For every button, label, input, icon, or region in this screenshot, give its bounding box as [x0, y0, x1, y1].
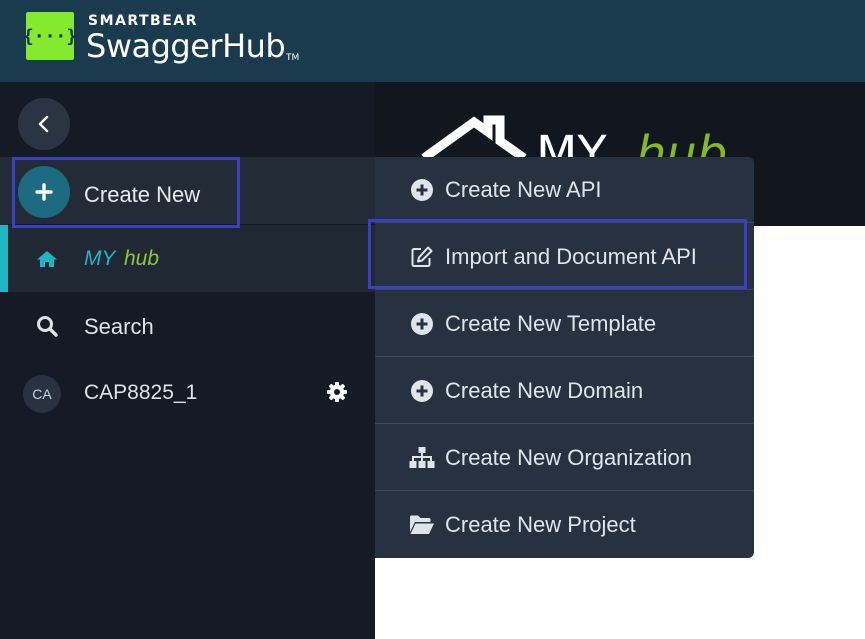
- sidebar-item-organization[interactable]: CA CAP8825_1: [0, 359, 375, 426]
- swaggerhub-logo-icon[interactable]: {···}: [23, 12, 77, 60]
- avatar: CA: [23, 375, 61, 413]
- menu-item-label: Create New Template: [445, 311, 657, 336]
- plus-circle-icon: [409, 378, 435, 404]
- import-api-highlight: [368, 219, 747, 289]
- gear-icon[interactable]: [326, 381, 348, 403]
- sidebar-item-label-my: MY: [84, 247, 116, 270]
- menu-item-label: Create New Organization: [445, 445, 693, 470]
- sitemap-icon: [409, 445, 435, 471]
- sidebar-item-label: CAP8825_1: [84, 381, 198, 404]
- sidebar-item-search[interactable]: Search: [0, 292, 375, 359]
- brand-trademark: TM: [286, 53, 300, 63]
- collapse-sidebar-button[interactable]: [18, 98, 70, 150]
- create-new-highlight: [12, 157, 240, 228]
- create-new-menu: Create New API Import and Document API C…: [375, 157, 754, 558]
- brand-product[interactable]: SwaggerHub: [86, 27, 286, 65]
- menu-item-create-organization[interactable]: Create New Organization: [375, 425, 754, 491]
- menu-item-create-domain[interactable]: Create New Domain: [375, 358, 754, 424]
- plus-circle-icon: [409, 311, 435, 337]
- folder-open-icon: [409, 512, 435, 538]
- sidebar-item-label: Search: [84, 314, 154, 339]
- menu-item-label: Create New Project: [445, 512, 636, 537]
- app-header: {···} SMARTBEAR SwaggerHub TM: [0, 0, 865, 82]
- menu-item-label: Create New Domain: [445, 378, 644, 403]
- menu-item-create-api[interactable]: Create New API: [375, 157, 754, 223]
- menu-item-create-template[interactable]: Create New Template: [375, 291, 754, 357]
- home-icon: [37, 251, 57, 267]
- search-icon: [37, 316, 58, 337]
- active-indicator: [0, 225, 8, 292]
- sidebar-item-label-hub: hub: [124, 247, 160, 270]
- menu-item-create-project[interactable]: Create New Project: [375, 492, 754, 558]
- plus-circle-icon: [409, 177, 435, 203]
- menu-item-label: Create New API: [445, 177, 602, 202]
- chevron-left-icon: [38, 115, 49, 133]
- sidebar-item-my-hub[interactable]: MY hub: [0, 225, 375, 292]
